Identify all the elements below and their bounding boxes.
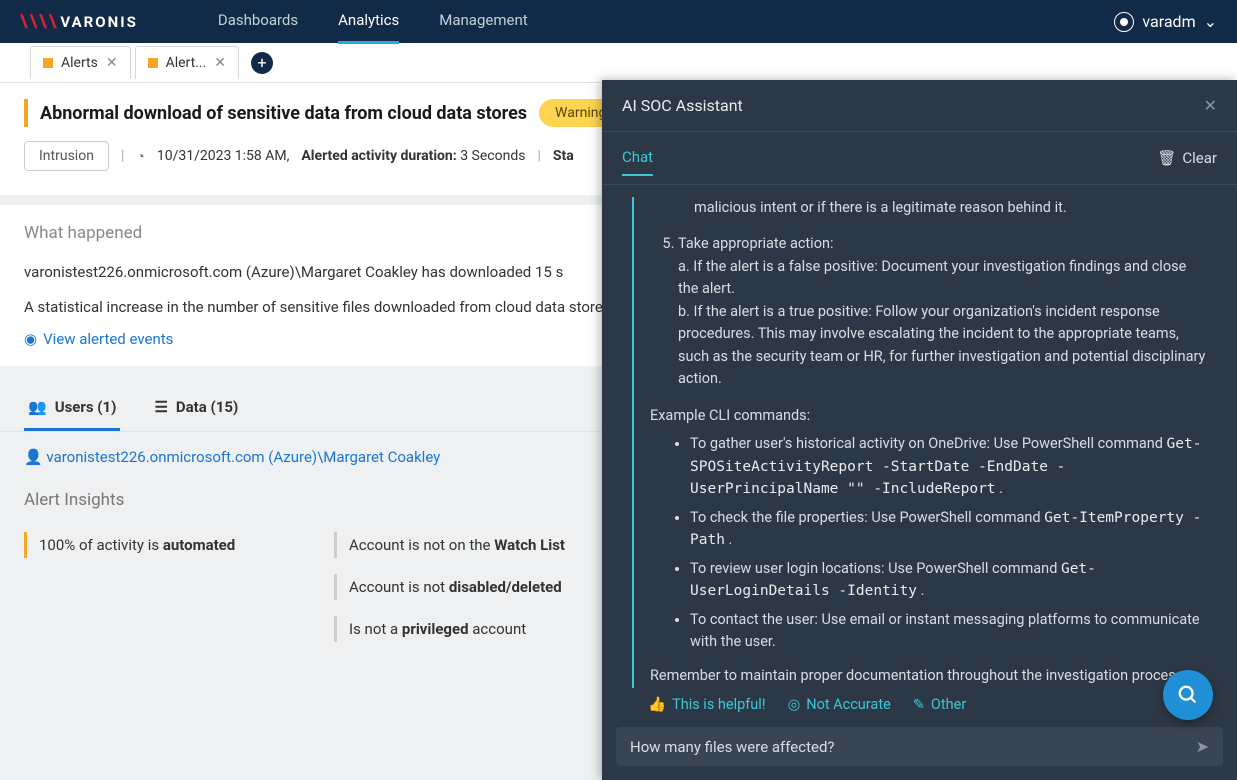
add-tab-button[interactable]: + [251, 52, 273, 74]
tab-users[interactable]: 👥Users (1) [24, 386, 120, 431]
tab-alerts[interactable]: Alerts✕ [30, 46, 131, 79]
top-nav: \\\\VARONIS Dashboards Analytics Managem… [0, 0, 1237, 43]
close-icon[interactable]: ✕ [106, 55, 118, 71]
chat-input-container: ➤ [616, 727, 1223, 766]
feedback-helpful[interactable]: 👍This is helpful! [648, 696, 766, 713]
data-icon: ☰ [154, 398, 167, 416]
chat-body: malicious intent or if there is a legiti… [602, 185, 1237, 696]
user-icon [1114, 12, 1134, 32]
close-icon[interactable]: ✕ [214, 55, 226, 71]
trash-icon: 🗑 [1157, 149, 1176, 167]
thumbs-up-icon: 👍 [648, 696, 666, 713]
logo: \\\\VARONIS [20, 11, 138, 32]
insight-disabled: Account is not disabled/deleted [334, 574, 644, 600]
nav-management[interactable]: Management [439, 0, 527, 44]
chat-tab[interactable]: Chat [622, 140, 653, 176]
users-icon: 👥 [28, 398, 47, 416]
tab-bar: Alerts✕ Alert...✕ + [0, 43, 1237, 83]
insight-watchlist: Account is not on the Watch List [334, 532, 644, 558]
target-icon: ◎ [788, 696, 801, 713]
clock-icon: ◔ [136, 148, 144, 165]
tab-data[interactable]: ☰Data (15) [150, 386, 242, 431]
clear-button[interactable]: 🗑Clear [1157, 149, 1217, 167]
search-icon [1177, 684, 1199, 706]
insight-privileged: Is not a privileged account [334, 616, 644, 642]
category-tag: Intrusion [24, 141, 109, 171]
user-link[interactable]: varonistest226.onmicrosoft.com (Azure)\M… [46, 448, 440, 466]
chevron-down-icon: ⌄ [1204, 12, 1217, 31]
nav-analytics[interactable]: Analytics [338, 0, 399, 44]
nav-dashboards[interactable]: Dashboards [218, 0, 298, 44]
close-panel-button[interactable]: ✕ [1204, 96, 1217, 115]
chat-input[interactable] [630, 738, 1196, 756]
eye-icon: ◉ [24, 330, 37, 348]
tab-alert-detail[interactable]: Alert...✕ [135, 46, 239, 79]
search-fab[interactable] [1163, 670, 1213, 720]
feedback-other[interactable]: ✎Other [913, 696, 966, 713]
user-menu[interactable]: varadm ⌄ [1114, 12, 1217, 32]
alert-title: Abnormal download of sensitive data from… [40, 103, 527, 124]
edit-icon: ✎ [913, 696, 925, 713]
assistant-title: AI SOC Assistant [622, 96, 743, 115]
user-icon: 👤 [24, 448, 43, 466]
insight-automated: 100% of activity is automated [24, 532, 334, 558]
assistant-panel: AI SOC Assistant ✕ Chat 🗑Clear malicious… [602, 80, 1237, 780]
username: varadm [1142, 12, 1195, 31]
send-button[interactable]: ➤ [1196, 737, 1209, 756]
feedback-not-accurate[interactable]: ◎Not Accurate [788, 696, 891, 713]
